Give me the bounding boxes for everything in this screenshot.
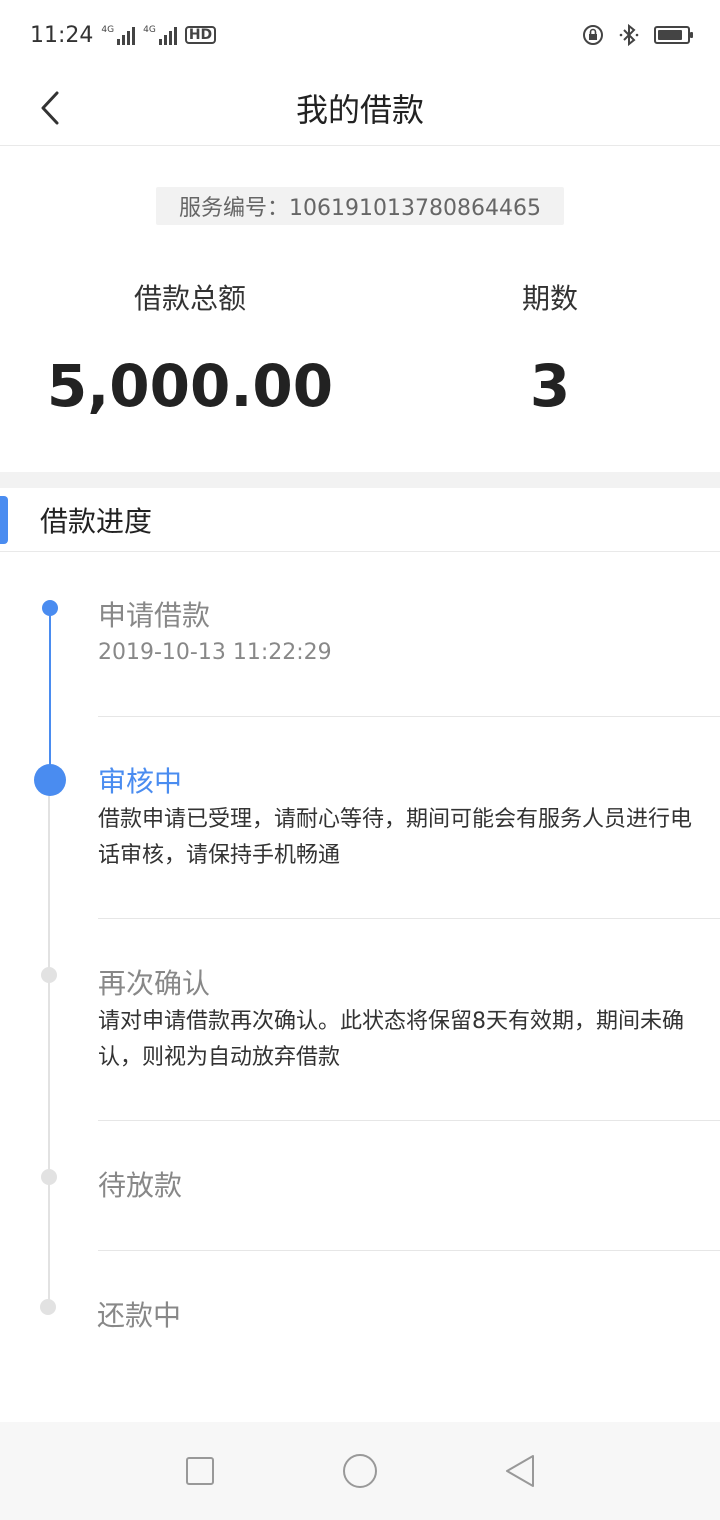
battery-fill (658, 30, 682, 40)
step-title-pending-disbursement: 待放款 (98, 1169, 183, 1202)
home-icon (343, 1454, 377, 1488)
signal-icon-1: 4G (101, 25, 136, 45)
system-nav-bar (0, 1422, 720, 1520)
back-triangle-icon (506, 1455, 534, 1487)
page-title: 我的借款 (295, 90, 424, 129)
loan-amount-label: 借款总额 (133, 282, 246, 315)
progress-section-header: 借款进度 (0, 488, 720, 552)
screen-lock-icon (583, 25, 603, 45)
loan-amount-value: 5,000.00 (46, 352, 334, 420)
step-dot-done (42, 600, 58, 616)
step-desc-reconfirm: 请对申请借款再次确认。此状态将保留8天有效期，期间未确认，则视为自动放弃借款 (98, 1009, 684, 1070)
service-number: 服务编号：106191013780864465 (156, 187, 564, 225)
back-button[interactable] (30, 82, 70, 134)
section-separator (0, 472, 720, 488)
step-divider (98, 716, 720, 717)
hd-icon: HD (184, 26, 217, 44)
step-divider (98, 918, 720, 919)
back-nav-button[interactable] (490, 1441, 550, 1501)
signal-icon-2: 4G (143, 25, 177, 45)
progress-timeline: 申请借款 2019-10-13 11:22:29 审核中 借款申请已受理，请耐心… (0, 552, 720, 1422)
status-right (582, 23, 693, 47)
step-time-apply: 2019-10-13 11:22:29 (98, 640, 332, 665)
chevron-left-icon (41, 91, 59, 125)
recent-apps-icon (186, 1457, 214, 1485)
step-dot-pending (40, 1299, 56, 1315)
status-bar: 11:24 4G 4G HD (0, 0, 720, 70)
status-time: 11:24 (30, 22, 94, 48)
step-dot-pending (41, 967, 57, 983)
timeline-line-pending (48, 780, 50, 1308)
progress-section-title: 借款进度 (40, 505, 153, 538)
periods-value: 3 (529, 352, 571, 420)
home-button[interactable] (330, 1441, 390, 1501)
timeline-line-completed (49, 608, 51, 780)
step-title-reviewing: 审核中 (98, 765, 183, 798)
step-dot-active (34, 764, 66, 796)
app-header: 我的借款 (0, 70, 720, 146)
step-title-repaying: 还款中 (97, 1299, 182, 1332)
status-left: 11:24 4G 4G HD (30, 22, 217, 48)
step-divider (98, 1250, 720, 1251)
bluetooth-icon (619, 23, 639, 47)
step-dot-pending (41, 1169, 57, 1185)
step-title-apply: 申请借款 (98, 599, 211, 632)
recent-apps-button[interactable] (170, 1441, 230, 1501)
periods-label: 期数 (521, 282, 578, 315)
step-title-reconfirm: 再次确认 (98, 967, 211, 1000)
loan-summary: 服务编号：106191013780864465 借款总额 期数 5,000.00… (0, 147, 720, 472)
step-divider (98, 1120, 720, 1121)
step-desc-reviewing: 借款申请已受理，请耐心等待，期间可能会有服务人员进行电话审核，请保持手机畅通 (98, 807, 693, 868)
battery-icon (654, 26, 693, 44)
section-accent-bar (0, 496, 8, 544)
